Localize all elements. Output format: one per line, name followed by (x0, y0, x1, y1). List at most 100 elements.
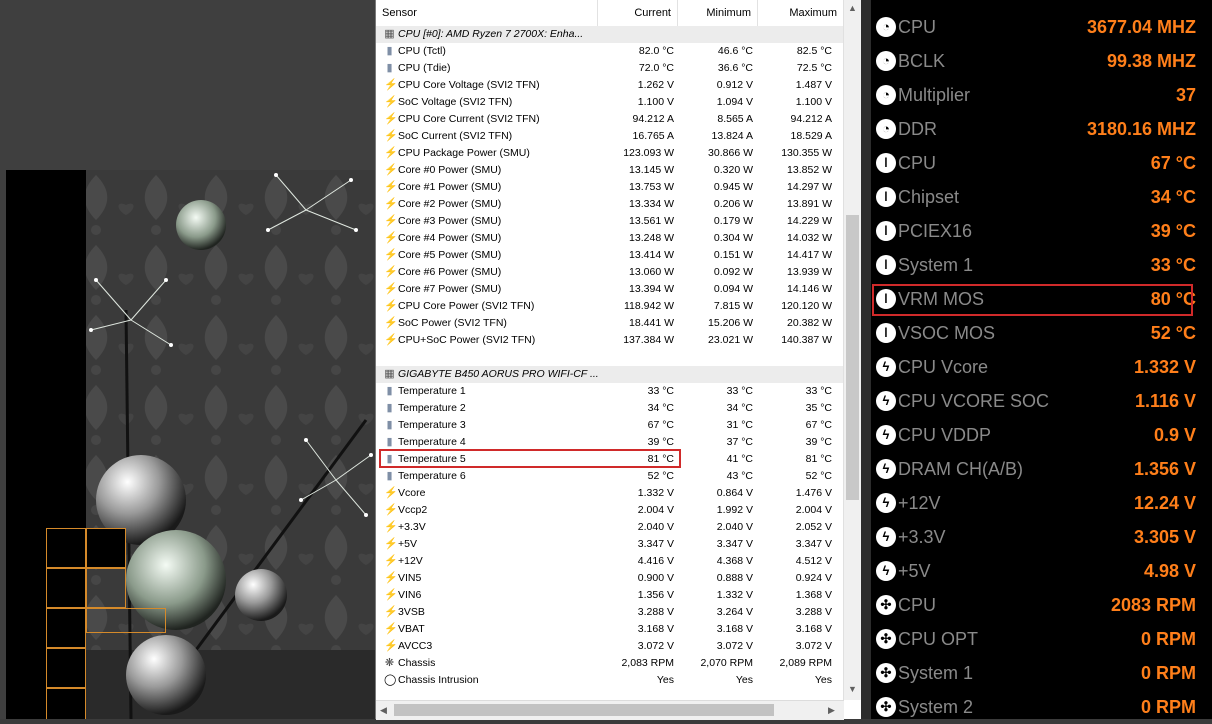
sensor-row[interactable]: ⚡ Vcore 1.332 V 0.864 V 1.476 V (376, 485, 844, 502)
sensor-row[interactable]: ⚡ Core #3 Power (SMU) 13.561 W 0.179 W 14.22… (376, 213, 844, 230)
sensor-maximum: 3.347 V (795, 538, 832, 550)
sensor-panel-value: 3180.16 MHZ (1086, 119, 1196, 139)
scroll-up-icon[interactable]: ▲ (848, 3, 857, 13)
sensor-minimum: 30.866 W (708, 147, 753, 159)
lightning-icon: ⚡ (384, 96, 398, 108)
column-header-sensor[interactable]: Sensor (376, 0, 598, 26)
sensor-maximum: 82.5 °C (796, 45, 832, 57)
sensor-row[interactable]: ▮ CPU (Tdie) 72.0 °C 36.6 °C 72.5 °C (376, 60, 844, 77)
sensor-minimum: 0.206 W (713, 198, 753, 210)
thermometer-icon: ▮ (386, 436, 393, 448)
sensor-row[interactable]: ▮ CPU (Tctl) 82.0 °C 46.6 °C 82.5 °C (376, 43, 844, 60)
sensor-panel-row: ◔ BCLK 99.38 MHZ (871, 44, 1212, 78)
sensor-row[interactable]: ⚡ Core #2 Power (SMU) 13.334 W 0.206 W 13.89… (376, 196, 844, 213)
sensor-current: 4.416 V (637, 555, 674, 567)
sensor-row[interactable]: ⚡ 3VSB 3.288 V 3.264 V 3.288 V (376, 604, 844, 621)
sensor-name: CPU+SoC Power (SVI2 TFN) (398, 334, 536, 346)
sensor-row[interactable]: ▮ Temperature 3 67 °C 31 °C 67 °C (376, 417, 844, 434)
sensor-panel-row: ϟ DRAM CH(A/B) 1.356 V (871, 452, 1212, 486)
sensor-row[interactable]: ⚡ Core #7 Power (SMU) 13.394 W 0.094 W 14.14… (376, 281, 844, 298)
lightning-icon: ⚡ (384, 300, 398, 312)
sensor-group-row[interactable]: ▦ GIGABYTE B450 AORUS PRO WIFI-CF ... (376, 366, 844, 383)
sensor-name: Core #3 Power (SMU) (398, 215, 502, 227)
sensor-minimum: 46.6 °C (717, 45, 753, 57)
scroll-right-icon[interactable]: ▶ (828, 705, 835, 716)
overlay-grid-cell (46, 528, 86, 568)
sensor-row[interactable]: ⚡ Core #5 Power (SMU) 13.414 W 0.151 W 14.41… (376, 247, 844, 264)
sensor-row[interactable]: ⚡ Core #6 Power (SMU) 13.060 W 0.092 W 13.93… (376, 264, 844, 281)
gauge-icon: ◔ (876, 119, 896, 139)
sensor-maximum: 20.382 W (787, 317, 832, 329)
sensor-row[interactable]: ⚡ CPU Core Voltage (SVI2 TFN) 1.262 V 0.912… (376, 77, 844, 94)
sensor-name: CPU [#0]: AMD Ryzen 7 2700X: Enha... (398, 28, 584, 40)
sensor-current: 34 °C (647, 402, 674, 414)
column-header-minimum[interactable]: Minimum (678, 0, 758, 26)
sensor-row[interactable]: ⚡ SoC Voltage (SVI2 TFN) 1.100 V 1.094 V 1.1… (376, 94, 844, 111)
column-header-maximum[interactable]: Maximum (758, 0, 844, 26)
sensor-panel-value: 0.9 V (1153, 425, 1196, 445)
horizontal-scrollbar[interactable]: ◀ ▶ (376, 700, 844, 720)
vertical-scrollbar[interactable]: ▲ ▼ (843, 0, 861, 700)
sensor-panel-row: ǀ System 1 33 °C (871, 248, 1212, 282)
sensor-maximum: 13.852 W (787, 164, 832, 176)
sensor-row[interactable]: ▮ Temperature 2 34 °C 34 °C 35 °C (376, 400, 844, 417)
sensor-current: 2,083 RPM (621, 657, 674, 669)
sensor-row[interactable]: ⚡ VIN5 0.900 V 0.888 V 0.924 V (376, 570, 844, 587)
sensor-panel-value: 4.98 V (1143, 561, 1196, 581)
sensor-maximum: 1.476 V (795, 487, 832, 499)
horizontal-scroll-thumb[interactable] (394, 704, 774, 716)
sensor-current: 3.288 V (637, 606, 674, 618)
sensor-row[interactable]: ⚡ VIN6 1.356 V 1.332 V 1.368 V (376, 587, 844, 604)
sensor-row[interactable]: ⚡ +3.3V 2.040 V 2.040 V 2.052 V (376, 519, 844, 536)
sensor-maximum: 13.891 W (787, 198, 832, 210)
sensor-maximum: 3.168 V (795, 623, 832, 635)
sensor-row[interactable]: ⚡ +12V 4.416 V 4.368 V 4.512 V (376, 553, 844, 570)
column-header-current[interactable]: Current (598, 0, 678, 26)
sensor-row[interactable]: ⚡ AVCC3 3.072 V 3.072 V 3.072 V (376, 638, 844, 655)
sensor-group-row[interactable]: ▦ CPU [#0]: AMD Ryzen 7 2700X: Enha... (376, 26, 844, 43)
sensor-row[interactable]: ⚡ CPU Core Current (SVI2 TFN) 94.212 A 8.56… (376, 111, 844, 128)
sensor-maximum: 2.004 V (795, 504, 832, 516)
sensor-panel-label: Multiplier (898, 85, 971, 105)
sensor-row[interactable]: ⚡ Core #1 Power (SMU) 13.753 W 0.945 W 14.29… (376, 179, 844, 196)
sensor-row[interactable]: ⚡ CPU Core Power (SVI2 TFN) 118.942 W 7.815… (376, 298, 844, 315)
sensor-row[interactable]: ⚡ VBAT 3.168 V 3.168 V 3.168 V (376, 621, 844, 638)
sensor-current: 33 °C (647, 385, 674, 397)
overlay-grid-cell (46, 648, 86, 688)
sensor-name: Core #7 Power (SMU) (398, 283, 502, 295)
sensor-minimum: 0.320 W (713, 164, 753, 176)
sensor-row[interactable]: ▮ Temperature 6 52 °C 43 °C 52 °C (376, 468, 844, 485)
scroll-down-icon[interactable]: ▼ (848, 684, 857, 694)
sensor-row[interactable]: ⚡ CPU Package Power (SMU) 123.093 W 30.866 … (376, 145, 844, 162)
sensor-row[interactable]: ⚡ CPU+SoC Power (SVI2 TFN) 137.384 W 23.021… (376, 332, 844, 349)
sensor-current: 1.332 V (637, 487, 674, 499)
sensor-row[interactable]: ◯ Chassis Intrusion Yes Yes Yes (376, 672, 844, 689)
sensor-row[interactable]: ⚡ Core #4 Power (SMU) 13.248 W 0.304 W 14.03… (376, 230, 844, 247)
lightning-icon: ⚡ (384, 198, 398, 210)
lightning-icon: ⚡ (384, 555, 398, 567)
overlay-grid-cell (46, 568, 86, 608)
sensor-minimum: 1.992 V (716, 504, 753, 516)
sensor-row[interactable]: ⚡ Vccp2 2.004 V 1.992 V 2.004 V (376, 502, 844, 519)
sensor-row[interactable]: ⚡ SoC Current (SVI2 TFN) 16.765 A 13.824 A 1… (376, 128, 844, 145)
sensor-row[interactable]: ⚡ SoC Power (SVI2 TFN) 18.441 W 15.206 W 20.… (376, 315, 844, 332)
sensor-minimum: 2,070 RPM (700, 657, 753, 669)
sensor-maximum: 3.072 V (795, 640, 832, 652)
sensor-row[interactable]: ⚡ +5V 3.347 V 3.347 V 3.347 V (376, 536, 844, 553)
vertical-scroll-thumb[interactable] (846, 215, 859, 500)
sensor-row[interactable]: ❋ Chassis 2,083 RPM 2,070 RPM 2,089 RPM (376, 655, 844, 672)
scroll-left-icon[interactable]: ◀ (380, 705, 387, 716)
sensor-maximum: 130.355 W (781, 147, 832, 159)
thermometer-icon: ǀ (876, 153, 896, 173)
sensor-maximum: 13.939 W (787, 266, 832, 278)
fan-icon: ✣ (876, 697, 896, 717)
sensor-name: Core #4 Power (SMU) (398, 232, 502, 244)
sensor-current: 1.262 V (637, 79, 674, 91)
sensor-panel-value: 0 RPM (1140, 629, 1196, 649)
sensor-row[interactable]: ⚡ Core #0 Power (SMU) 13.145 W 0.320 W 13.85… (376, 162, 844, 179)
sensor-name: CPU (Tctl) (398, 45, 446, 57)
sensor-row[interactable]: ▮ Temperature 1 33 °C 33 °C 33 °C (376, 383, 844, 400)
gauge-icon: ◔ (876, 51, 896, 71)
sensor-row[interactable] (376, 349, 844, 366)
sensor-panel-row: ϟ +5V 4.98 V (871, 554, 1212, 588)
